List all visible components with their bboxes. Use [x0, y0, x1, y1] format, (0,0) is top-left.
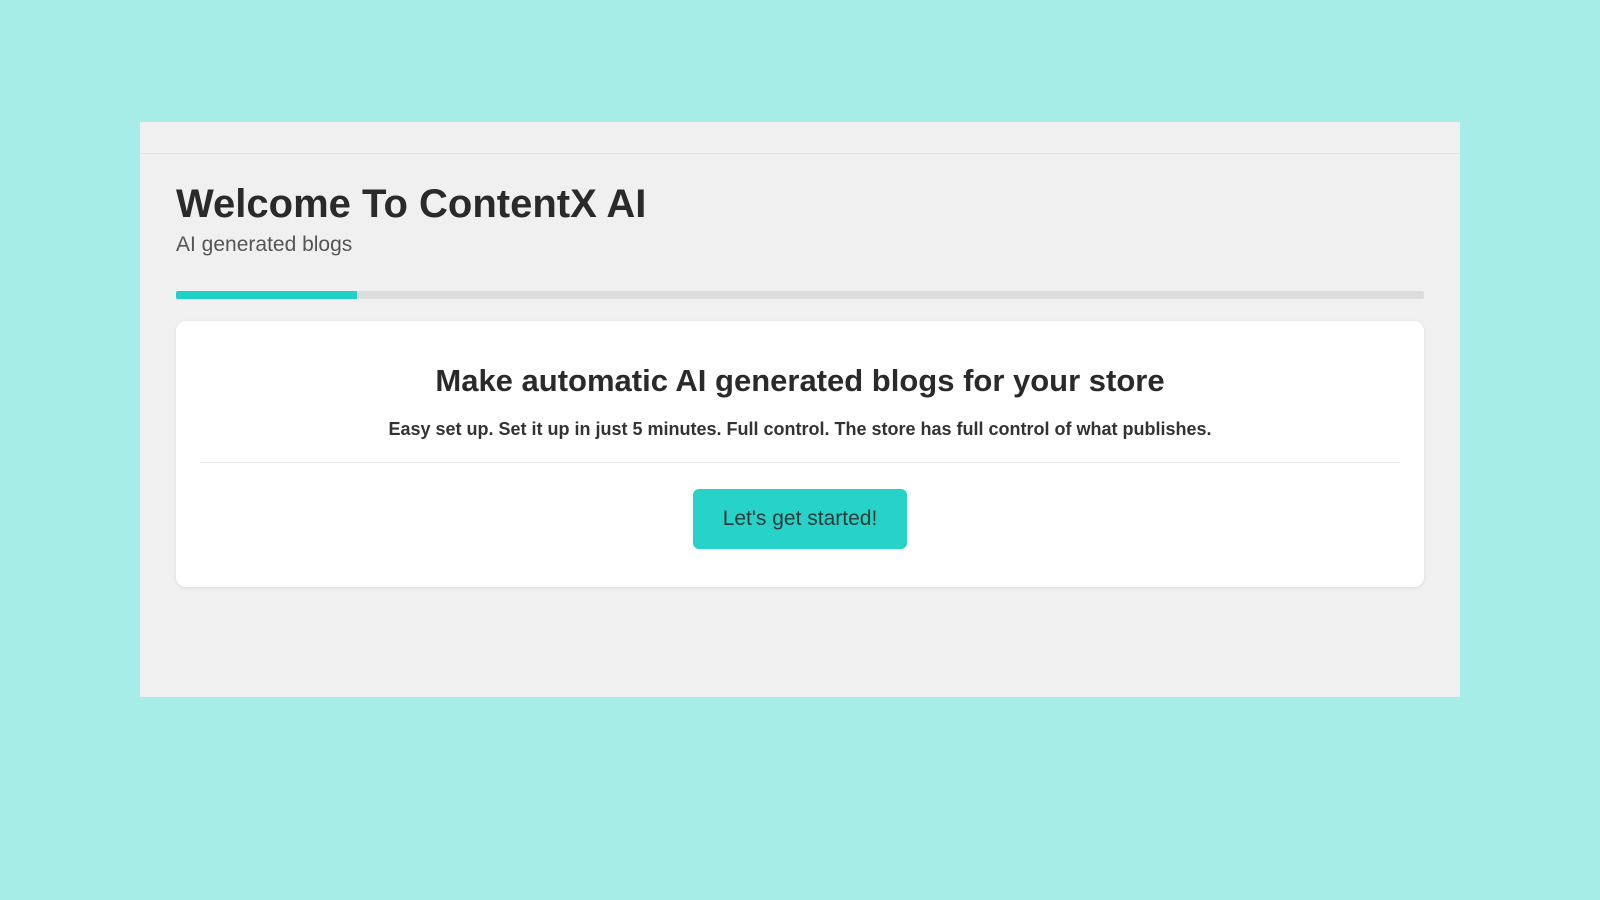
onboarding-card: Make automatic AI generated blogs for yo… — [176, 321, 1424, 587]
content-area: Welcome To ContentX AI AI generated blog… — [140, 154, 1460, 587]
app-panel: Welcome To ContentX AI AI generated blog… — [140, 122, 1460, 697]
progress-fill — [176, 291, 357, 299]
card-subtitle: Easy set up. Set it up in just 5 minutes… — [200, 419, 1400, 463]
page-subtitle: AI generated blogs — [176, 233, 1424, 257]
get-started-button[interactable]: Let's get started! — [693, 489, 908, 549]
top-bar — [140, 122, 1460, 154]
progress-bar — [176, 291, 1424, 299]
page-title: Welcome To ContentX AI — [176, 182, 1424, 227]
card-title: Make automatic AI generated blogs for yo… — [196, 363, 1404, 399]
